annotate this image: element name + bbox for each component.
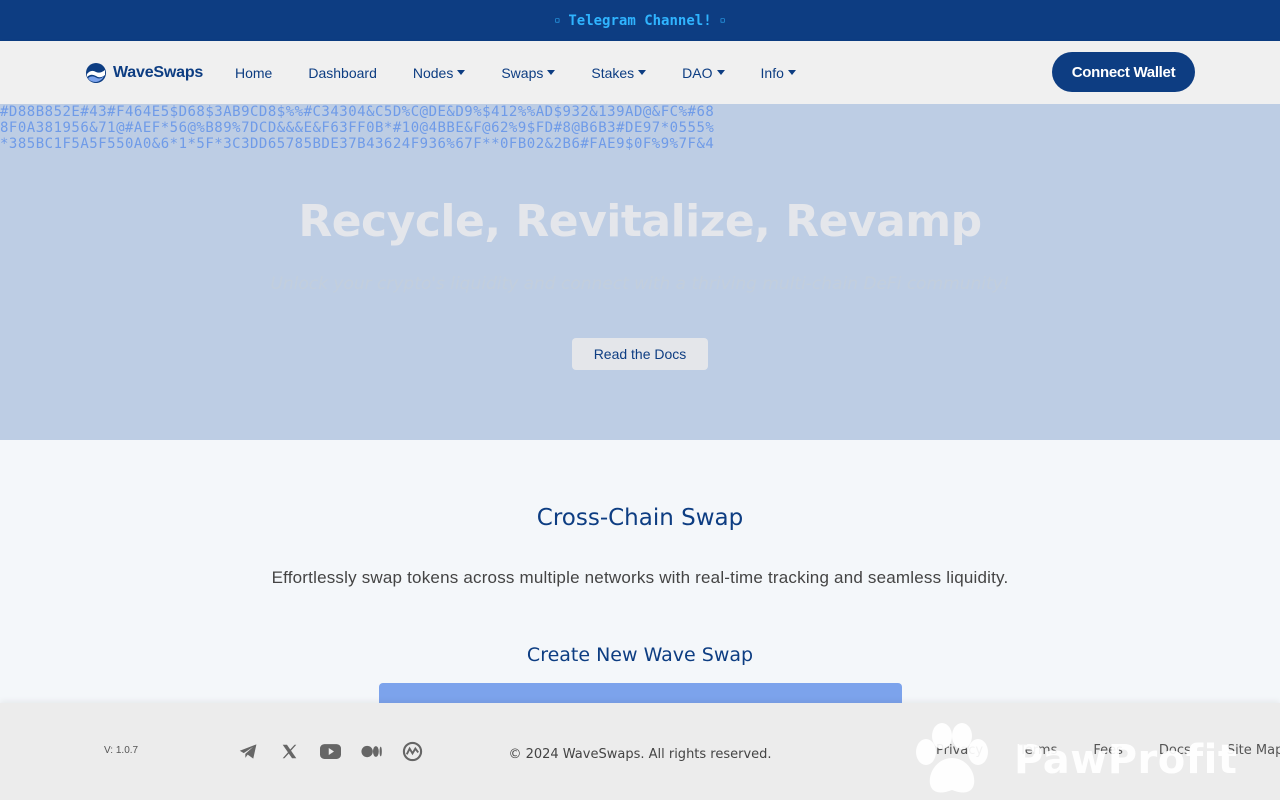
nav-home[interactable]: Home <box>235 65 272 81</box>
matrix-line: *385BC1F5A5F550A0&6*1*5F*3C3DD65785BDE37… <box>0 136 715 152</box>
nav-info-dropdown[interactable]: Info <box>761 65 796 81</box>
telegram-icon[interactable] <box>238 741 259 762</box>
footer-link-terms[interactable]: Terms <box>1019 743 1057 758</box>
footer: V: 1.0.7 © 2024 WaveSwaps. All rights re… <box>0 703 1280 800</box>
brand-name: WaveSwaps <box>113 64 204 81</box>
navbar: WaveSwaps Home Dashboard Nodes Swaps Sta… <box>0 41 1280 104</box>
coinmarketcap-icon[interactable] <box>402 741 423 762</box>
connect-wallet-button[interactable]: Connect Wallet <box>1052 52 1195 92</box>
footer-link-fees[interactable]: Fees <box>1093 743 1123 758</box>
nav-info-label: Info <box>760 64 784 81</box>
nav-stakes-label: Stakes <box>591 64 635 81</box>
brand-logo-link[interactable]: WaveSwaps <box>85 62 203 84</box>
read-docs-button[interactable]: Read the Docs <box>572 338 708 370</box>
nav-menu: Home Dashboard Nodes Swaps Stakes DAO In… <box>235 41 832 104</box>
nav-dao-label: DAO <box>682 64 713 81</box>
telegram-channel-link[interactable]: ▫ Telegram Channel! ▫ <box>554 13 725 29</box>
matrix-line: 8F0A381956&71@#AEF*56@%B89%7DCD&&&E&F63F… <box>0 120 715 136</box>
medium-icon[interactable] <box>361 741 382 762</box>
footer-link-privacy[interactable]: Privacy <box>936 743 983 758</box>
nav-nodes-label: Nodes <box>412 64 454 81</box>
caret-down-icon <box>547 70 556 75</box>
wave-logo-icon <box>86 63 106 83</box>
hero-subtitle: Unlock your crypto's liquidity and conne… <box>270 274 1010 294</box>
hero-section: #D88B852E#43#F464E5$D68$3AB9CD8$%%#C3430… <box>0 104 1280 440</box>
nav-dashboard-label: Dashboard <box>308 64 377 81</box>
caret-down-icon <box>457 70 466 75</box>
telegram-channel-label: Telegram Channel! <box>568 12 712 29</box>
nav-swaps-label: Swaps <box>501 64 544 81</box>
square-icon: ▫ <box>719 15 726 26</box>
copyright-label: © 2024 WaveSwaps. All rights reserved. <box>508 747 772 762</box>
nav-stakes-dropdown[interactable]: Stakes <box>591 64 647 81</box>
announcement-bar: ▫ Telegram Channel! ▫ <box>0 0 1280 41</box>
nav-dashboard[interactable]: Dashboard <box>308 65 377 81</box>
nav-nodes-dropdown[interactable]: Nodes <box>412 64 466 81</box>
caret-down-icon <box>716 70 725 75</box>
nav-swaps-dropdown[interactable]: Swaps <box>501 64 556 81</box>
section-title: Cross-Chain Swap <box>536 505 744 531</box>
footer-links: Privacy Terms Fees Docs Site Map <box>936 743 1280 758</box>
nav-dao-dropdown[interactable]: DAO <box>682 64 725 81</box>
social-links <box>238 741 423 762</box>
nav-home-label: Home <box>235 64 273 81</box>
square-icon: ▫ <box>554 15 561 26</box>
version-label: V: 1.0.7 <box>104 745 139 756</box>
caret-down-icon <box>638 70 647 75</box>
hero-title: Recycle, Revitalize, Revamp <box>298 196 982 247</box>
footer-link-docs[interactable]: Docs <box>1159 743 1191 758</box>
create-swap-title: Create New Wave Swap <box>526 644 754 666</box>
section-description: Effortlessly swap tokens across multiple… <box>271 568 1009 587</box>
matrix-line: #D88B852E#43#F464E5$D68$3AB9CD8$%%#C3430… <box>0 104 715 120</box>
x-icon[interactable] <box>279 741 300 762</box>
matrix-rain-background: #D88B852E#43#F464E5$D68$3AB9CD8$%%#C3430… <box>0 104 1280 152</box>
footer-link-sitemap[interactable]: Site Map <box>1227 743 1280 758</box>
youtube-icon[interactable] <box>320 741 341 762</box>
caret-down-icon <box>787 70 796 75</box>
